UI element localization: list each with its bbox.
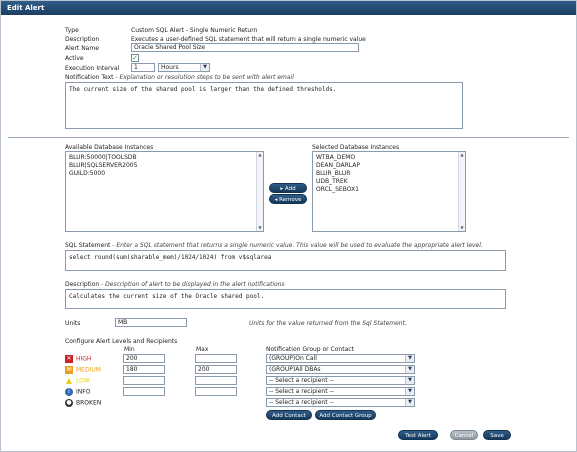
info-max-input[interactable] xyxy=(195,387,237,396)
active-label: Active xyxy=(65,55,84,62)
alert-description-label: Description - Description of alert to be… xyxy=(65,281,285,288)
level-row-low: ▲ LOW xyxy=(65,377,90,385)
units-label: Units xyxy=(65,320,81,327)
units-hint: Units for the value returned from the Sq… xyxy=(249,320,407,327)
notification-text-title: Notification Text xyxy=(65,74,114,81)
low-recipient-select[interactable]: -- Select a recipient -- ▼ xyxy=(266,376,415,385)
high-recipient-select[interactable]: (GROUP)On Call ▼ xyxy=(266,354,415,363)
recipient-column-header: Notification Group or Contact xyxy=(266,346,354,353)
min-column-header: Min xyxy=(124,346,135,353)
sql-statement-input[interactable]: select round(sum(sharable_mem)/1024/1024… xyxy=(65,250,506,271)
test-alert-button[interactable]: Test Alert xyxy=(398,430,438,440)
alert-description-hint: - Description of alert to be displayed i… xyxy=(99,281,285,288)
scroll-down-icon[interactable]: ▼ xyxy=(257,225,263,231)
list-item[interactable]: UDB_TREK xyxy=(316,178,462,186)
level-name: BROKEN xyxy=(76,399,102,407)
remove-button-label: Remove xyxy=(279,197,302,203)
low-max-input[interactable] xyxy=(195,376,237,385)
chevron-down-icon: ▼ xyxy=(405,366,414,373)
max-column-header: Max xyxy=(196,346,209,353)
type-label: Type xyxy=(65,27,79,34)
level-name: LOW xyxy=(76,377,90,385)
add-instance-button[interactable]: ▸ Add xyxy=(269,183,307,193)
add-button-label: Add xyxy=(284,186,296,192)
high-min-input[interactable]: 200 xyxy=(123,354,165,363)
list-item[interactable]: WTBA_DEMO xyxy=(316,154,462,162)
notification-text-hint: - Explanation or resolution steps to be … xyxy=(113,74,294,81)
notification-text-label: Notification Text - Explanation or resol… xyxy=(65,74,294,81)
low-recipient-value: -- Select a recipient -- xyxy=(269,377,334,384)
window-title: Edit Alert xyxy=(1,1,576,15)
sql-statement-label: SQL Statement - Enter a SQL statement th… xyxy=(65,242,483,249)
remove-instance-button[interactable]: ◂ Remove xyxy=(269,194,307,204)
broken-recipient-select[interactable]: -- Select a recipient -- ▼ xyxy=(266,398,415,407)
notification-text-area[interactable]: The current size of the shared pool is l… xyxy=(65,82,463,129)
medium-recipient-select[interactable]: (GROUP)All DBAs ▼ xyxy=(266,365,415,374)
add-contact-button[interactable]: Add Contact xyxy=(266,410,312,420)
broken-recipient-value: -- Select a recipient -- xyxy=(269,399,334,406)
cancel-button[interactable]: Cancel xyxy=(450,430,478,440)
level-name: INFO xyxy=(76,388,91,396)
section-divider xyxy=(8,137,569,138)
list-item[interactable]: GUILD:5000 xyxy=(69,170,260,178)
list-item[interactable]: BLUR|SQLSERVER2005 xyxy=(69,162,260,170)
execution-interval-unit-select[interactable]: Hours ▼ xyxy=(158,63,210,72)
level-row-high: ✕ HIGH xyxy=(65,355,91,363)
selected-instances-list[interactable]: WTBA_DEMO DEAN_DARLAP BLUR_BLUR UDB_TREK… xyxy=(312,151,466,232)
alert-name-input[interactable]: Oracle Shared Pool Size xyxy=(131,43,359,52)
available-instances-label: Available Database Instances xyxy=(65,144,154,151)
info-icon: i xyxy=(65,388,73,396)
add-contact-group-button[interactable]: Add Contact Group xyxy=(315,410,376,420)
info-recipient-select[interactable]: -- Select a recipient -- ▼ xyxy=(266,387,415,396)
alert-description-title: Description xyxy=(65,281,100,288)
level-name: HIGH xyxy=(76,355,92,363)
bomb-icon: ● xyxy=(65,399,73,407)
low-min-input[interactable] xyxy=(123,376,165,385)
chevron-down-icon: ▼ xyxy=(405,355,414,362)
chevron-down-icon: ▼ xyxy=(405,399,414,406)
medium-recipient-value: (GROUP)All DBAs xyxy=(269,366,321,373)
scrollbar[interactable]: ▲ ▼ xyxy=(256,152,263,231)
scroll-up-icon[interactable]: ▲ xyxy=(459,152,465,158)
scroll-down-icon[interactable]: ▼ xyxy=(459,225,465,231)
high-recipient-value: (GROUP)On Call xyxy=(269,355,317,362)
level-name: MEDIUM xyxy=(76,366,101,374)
list-item[interactable]: BLUR_BLUR xyxy=(316,170,462,178)
high-severity-icon: ✕ xyxy=(65,355,73,363)
list-item[interactable]: ORCL_SEBOX1 xyxy=(316,186,462,194)
execution-interval-label: Execution Interval xyxy=(65,65,120,72)
scroll-up-icon[interactable]: ▲ xyxy=(257,152,263,158)
chevron-down-icon: ▼ xyxy=(405,377,414,384)
info-recipient-value: -- Select a recipient -- xyxy=(269,388,334,395)
chevron-down-icon: ▼ xyxy=(405,388,414,395)
available-instances-list[interactable]: BLUR:50000|TOOLSDB BLUR|SQLSERVER2005 GU… xyxy=(65,151,264,232)
level-row-info: i INFO xyxy=(65,388,90,396)
selected-instances-label: Selected Database Instances xyxy=(312,144,400,151)
list-item[interactable]: DEAN_DARLAP xyxy=(316,162,462,170)
level-row-broken: ● BROKEN xyxy=(65,399,101,407)
sql-statement-title: SQL Statement xyxy=(65,242,111,249)
units-input[interactable]: MB xyxy=(115,318,187,327)
chevron-down-icon: ▼ xyxy=(200,64,209,71)
info-min-input[interactable] xyxy=(123,387,165,396)
list-item[interactable]: BLUR:50000|TOOLSDB xyxy=(69,154,260,162)
medium-min-input[interactable]: 180 xyxy=(123,365,165,374)
medium-max-input[interactable]: 200 xyxy=(195,365,237,374)
alert-description-input[interactable]: Calculates the current size of the Oracl… xyxy=(65,289,506,309)
high-max-input[interactable] xyxy=(195,354,237,363)
warning-triangle-icon: ▲ xyxy=(65,376,73,385)
alert-name-label: Alert Name xyxy=(65,45,99,52)
description-value: Executes a user-defined SQL statement th… xyxy=(131,36,366,43)
type-value: Custom SQL Alert - Single Numeric Return xyxy=(131,27,258,34)
active-checkbox[interactable]: ✓ xyxy=(131,54,139,62)
sql-statement-hint: - Enter a SQL statement that returns a s… xyxy=(110,242,483,249)
medium-severity-icon: ✉ xyxy=(65,366,73,374)
description-label: Description xyxy=(65,36,100,43)
scrollbar[interactable]: ▲ ▼ xyxy=(458,152,465,231)
save-button[interactable]: Save xyxy=(483,430,511,440)
level-row-medium: ✉ MEDIUM xyxy=(65,366,101,374)
interval-unit-value: Hours xyxy=(161,64,179,71)
alert-levels-header: Configure Alert Levels and Recipients xyxy=(65,338,178,345)
execution-interval-input[interactable]: 1 xyxy=(131,63,155,72)
